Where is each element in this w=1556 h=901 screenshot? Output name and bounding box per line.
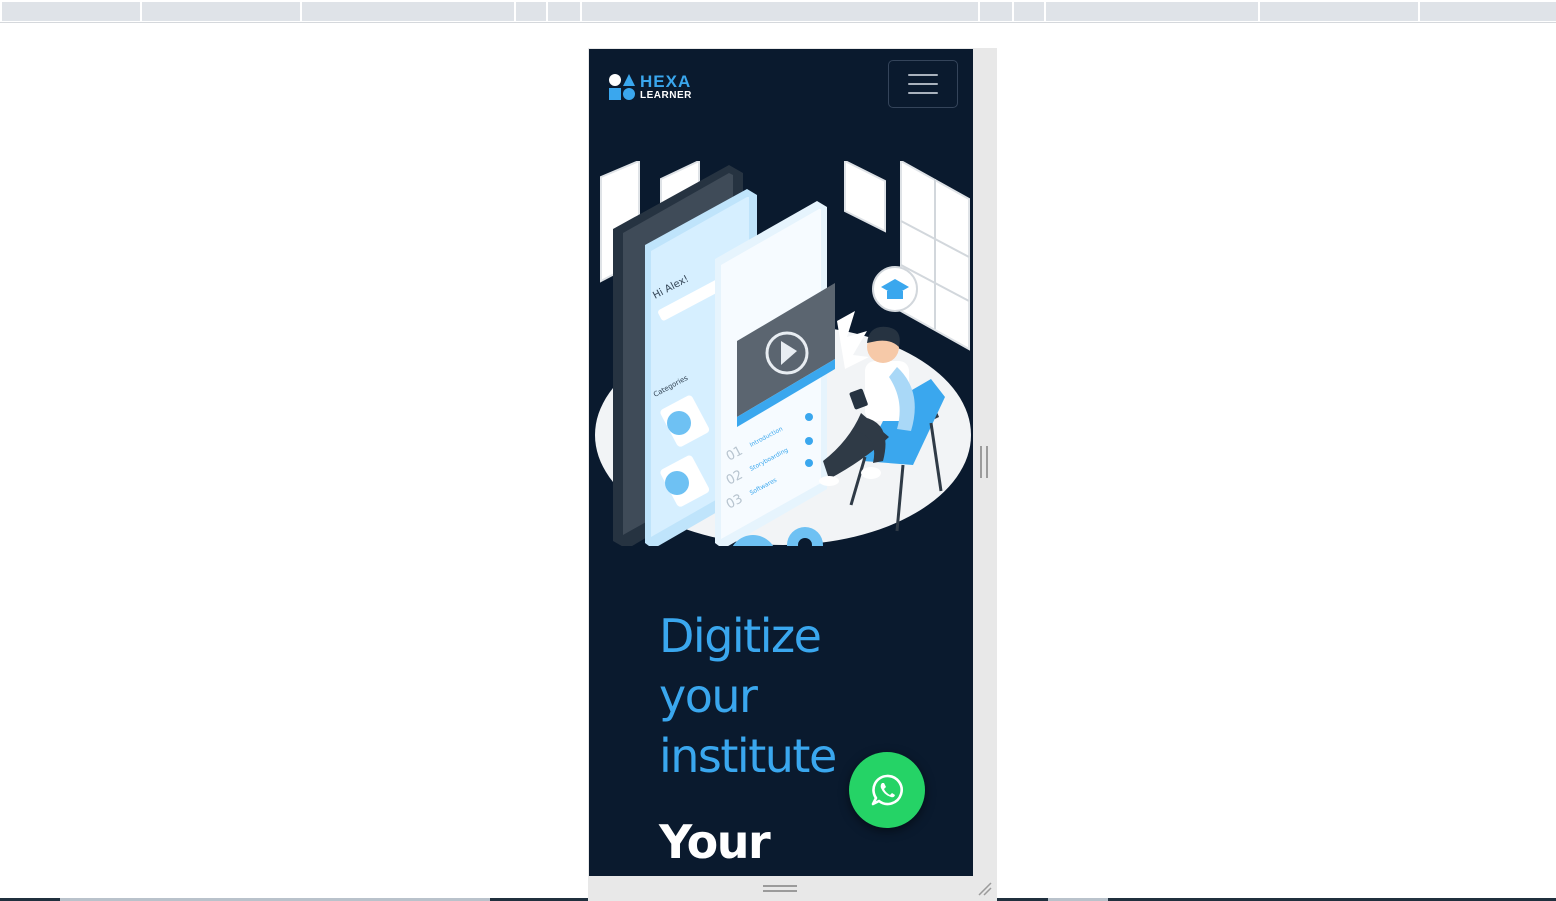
toolbar-segment[interactable] bbox=[302, 2, 516, 21]
hero-headline: Digitize your institute bbox=[659, 606, 959, 786]
whatsapp-button[interactable] bbox=[849, 752, 925, 828]
toolbar-segment[interactable] bbox=[142, 2, 302, 21]
horizontal-resize-handle[interactable] bbox=[763, 885, 797, 892]
brand-subname: LEARNER bbox=[640, 90, 692, 101]
toolbar-segment[interactable] bbox=[2, 2, 142, 21]
toolbar-segment[interactable] bbox=[980, 2, 1014, 21]
toolbar-segment[interactable] bbox=[1014, 2, 1046, 21]
toolbar-segment[interactable] bbox=[582, 2, 980, 21]
navbar-toggle-button[interactable] bbox=[888, 60, 958, 108]
brand-name: HEXA bbox=[640, 72, 692, 91]
devtools-toolbar bbox=[0, 0, 1556, 23]
headline-line-1: Digitize bbox=[659, 609, 822, 663]
brand-logo[interactable]: HEXA LEARNER bbox=[608, 73, 692, 101]
headline-line-2: your bbox=[659, 669, 758, 723]
logo-shapes-icon bbox=[608, 73, 636, 101]
online-learning-illustration: Hi Alex! Categories 01 02 03 Introductio… bbox=[593, 159, 971, 583]
toolbar-segment[interactable] bbox=[1260, 2, 1420, 21]
page-viewport: HEXA LEARNER Hi Alex! Categories 01 02 0… bbox=[589, 49, 973, 876]
hamburger-menu-icon bbox=[908, 74, 938, 76]
device-frame: HEXA LEARNER Hi Alex! Categories 01 02 0… bbox=[588, 48, 997, 901]
vertical-resize-handle[interactable] bbox=[980, 446, 988, 478]
toolbar-segment[interactable] bbox=[1046, 2, 1260, 21]
corner-resize-handle[interactable] bbox=[976, 880, 992, 896]
hero-subheadline: Your bbox=[659, 815, 771, 869]
toolbar-segment[interactable] bbox=[548, 2, 582, 21]
whatsapp-icon bbox=[871, 774, 903, 806]
toolbar-segment[interactable] bbox=[516, 2, 548, 21]
toolbar-segment[interactable] bbox=[1420, 2, 1556, 21]
headline-line-3: institute bbox=[659, 729, 837, 783]
